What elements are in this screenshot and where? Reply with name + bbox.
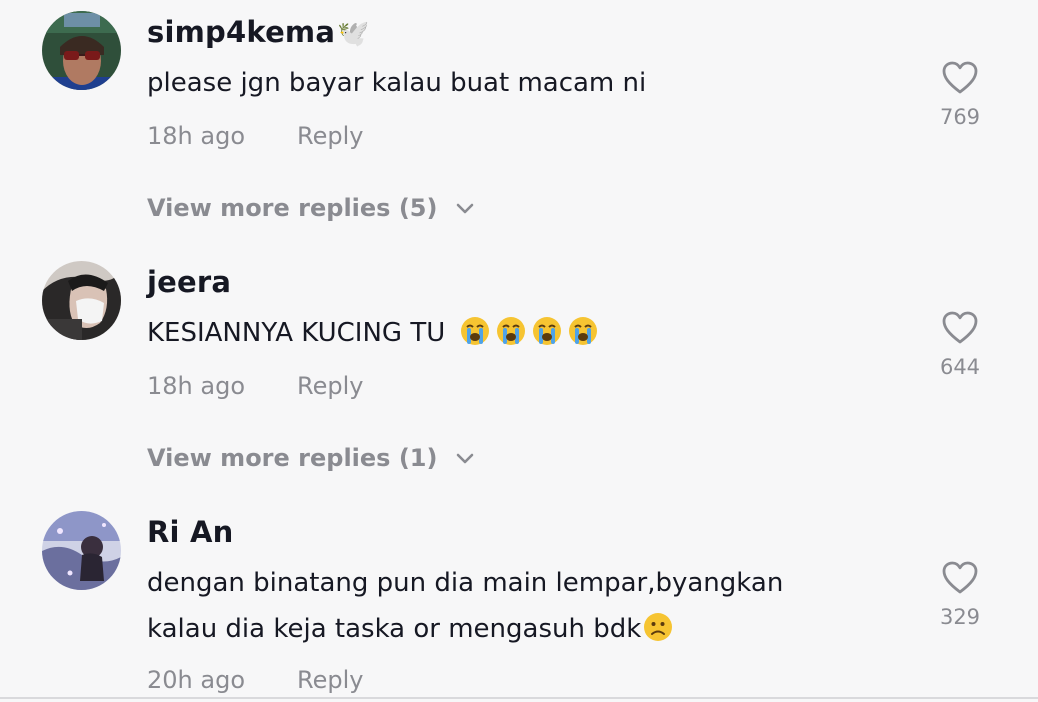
reply-button[interactable]: Reply — [297, 372, 363, 400]
heart-outline-icon — [925, 561, 995, 595]
crying-face-emoji — [568, 317, 597, 345]
slightly-frowning-face-emoji — [644, 613, 673, 641]
heart-outline-icon — [925, 61, 995, 95]
like-count: 644 — [939, 355, 981, 379]
avatar[interactable] — [42, 261, 121, 340]
comment-text: please jgn bayar kalau buat macam ni — [147, 68, 647, 98]
reply-button[interactable]: Reply — [297, 666, 363, 694]
dove-emoji: 🕊️ — [337, 19, 370, 49]
comment-meta: 18h ago Reply — [147, 372, 363, 400]
like-count: 329 — [939, 605, 981, 629]
crying-face-emoji — [460, 317, 489, 345]
like-button[interactable]: 644 — [925, 311, 995, 379]
view-more-label: View more replies (1) — [147, 444, 438, 472]
comment-username[interactable]: jeera — [147, 265, 231, 299]
avatar[interactable] — [42, 11, 121, 90]
like-count: 769 — [939, 105, 981, 129]
comment-text-line-content: kalau dia keja taska or mengasuh bdk — [147, 614, 642, 644]
comment-text-line: kalau dia keja taska or mengasuh bdk — [147, 606, 783, 652]
comments-panel: simp4kema🕊️ please jgn bayar kalau buat … — [0, 0, 1038, 702]
avatar[interactable] — [42, 511, 121, 590]
username-text: jeera — [147, 265, 232, 299]
heart-outline-icon — [925, 311, 995, 345]
view-more-replies-button[interactable]: View more replies (5) — [147, 194, 474, 222]
comment-time: 18h ago — [147, 122, 246, 150]
comment-meta: 18h ago Reply — [147, 122, 363, 150]
chevron-down-icon — [456, 443, 474, 471]
username-text: Ri An — [147, 515, 234, 549]
reply-button[interactable]: Reply — [297, 122, 363, 150]
comment-username[interactable]: Ri An — [147, 515, 233, 549]
username-text: simp4kema — [147, 15, 336, 49]
view-more-replies-button[interactable]: View more replies (1) — [147, 444, 474, 472]
comment-username[interactable]: simp4kema🕊️ — [147, 15, 370, 49]
comment-text-line: dengan binatang pun dia main lempar,byan… — [147, 568, 784, 598]
bottom-divider — [0, 697, 1038, 699]
comment-meta: 20h ago Reply — [147, 666, 363, 694]
comment-time: 18h ago — [147, 372, 246, 400]
comment-text: dengan binatang pun dia main lempar,byan… — [147, 560, 783, 652]
crying-face-emoji — [532, 317, 561, 345]
chevron-down-icon — [456, 193, 474, 221]
like-button[interactable]: 769 — [925, 61, 995, 129]
crying-emojis — [454, 317, 598, 348]
view-more-label: View more replies (5) — [147, 194, 438, 222]
comment-time: 20h ago — [147, 666, 246, 694]
like-button[interactable]: 329 — [925, 561, 995, 629]
comment-text-line: KESIANNYA KUCING TU — [147, 318, 446, 348]
comment-text: KESIANNYA KUCING TU — [147, 310, 598, 356]
crying-face-emoji — [496, 317, 525, 345]
